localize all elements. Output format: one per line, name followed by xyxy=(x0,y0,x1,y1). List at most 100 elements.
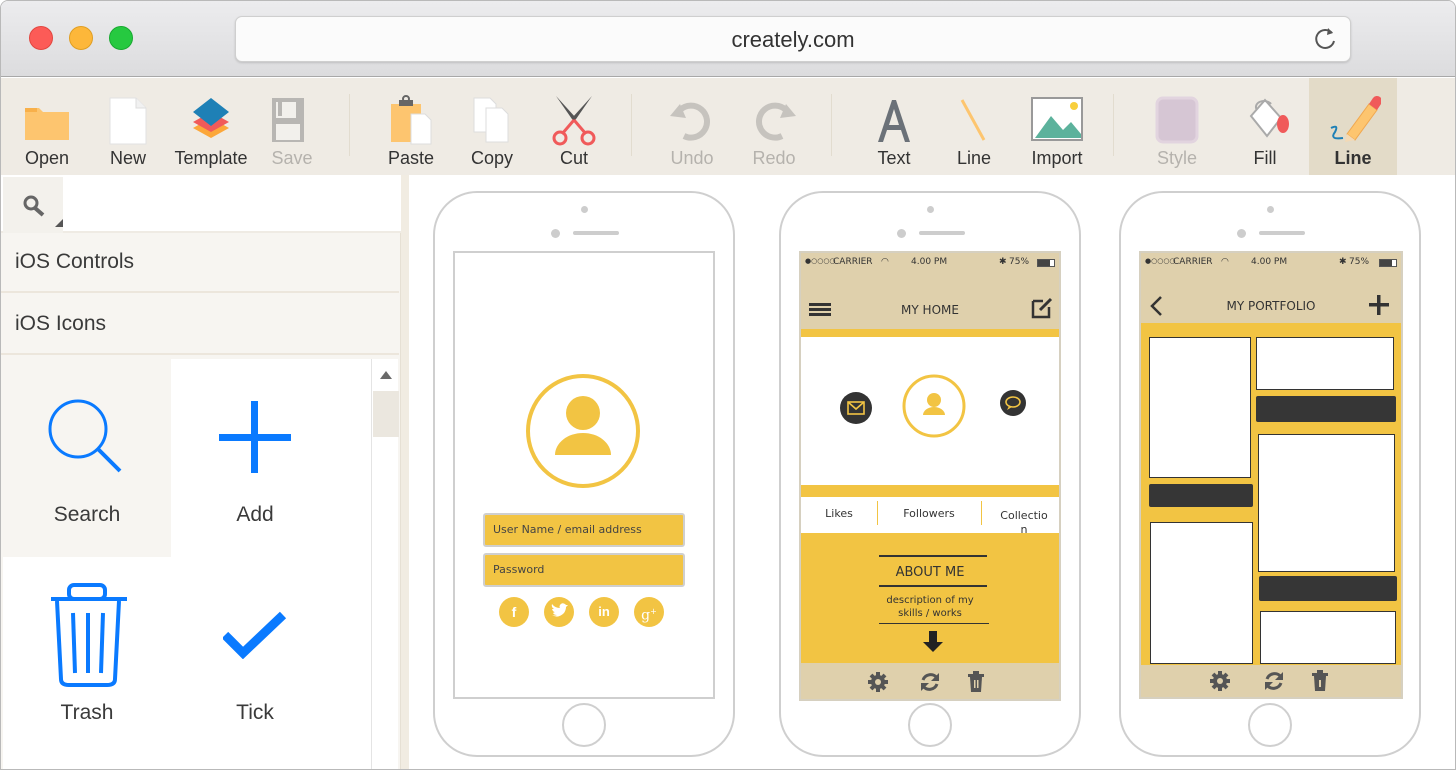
google-plus-icon[interactable]: g+ xyxy=(634,597,664,627)
paste-button[interactable]: Paste xyxy=(373,78,449,175)
phone-camera xyxy=(927,206,934,213)
text-button[interactable]: Text xyxy=(857,78,931,175)
twitter-icon[interactable] xyxy=(544,597,574,627)
carrier-text: CARRIER xyxy=(1173,257,1213,267)
tab-followers[interactable]: Followers xyxy=(877,507,981,520)
phone-screen: ●○○○○ CARRIER ◠ 4.00 PM ✱ 75% MY HOME Li… xyxy=(799,251,1061,701)
category-ios-icons[interactable]: iOS Icons xyxy=(1,295,399,355)
save-button[interactable]: Save xyxy=(257,78,327,175)
portfolio-tile[interactable] xyxy=(1260,611,1396,664)
toolbar-separator xyxy=(631,94,632,156)
phone-speaker xyxy=(573,231,619,235)
phone-sensor xyxy=(1237,229,1246,238)
refresh-icon[interactable] xyxy=(1263,670,1285,692)
phone-mockup-login[interactable]: User Name / email address Password f in … xyxy=(433,191,735,757)
style-button[interactable]: Style xyxy=(1139,78,1215,175)
redo-button[interactable]: Redo xyxy=(737,78,811,175)
floppy-disk-icon xyxy=(272,98,304,142)
phone-speaker xyxy=(1259,231,1305,235)
pencil-icon xyxy=(1330,96,1381,142)
trash-icon xyxy=(51,583,127,687)
copy-button[interactable]: Copy xyxy=(455,78,529,175)
portfolio-tile[interactable] xyxy=(1149,337,1251,478)
toolbar-separator xyxy=(349,94,350,156)
import-button[interactable]: Import xyxy=(1017,78,1097,175)
scroll-thumb[interactable] xyxy=(373,391,399,437)
icon-grid-scrollbar[interactable] xyxy=(371,359,399,769)
reload-icon[interactable] xyxy=(1312,25,1340,53)
new-document-icon xyxy=(109,97,147,145)
accent-bar xyxy=(801,329,1059,337)
shape-trash[interactable]: Trash xyxy=(3,557,171,755)
chat-bubble-icon[interactable] xyxy=(999,389,1027,417)
shape-label: Tick xyxy=(236,701,274,724)
about-title: ABOUT ME xyxy=(895,565,965,580)
compose-icon[interactable] xyxy=(1031,297,1053,319)
phone-camera xyxy=(581,206,588,213)
text-icon xyxy=(878,100,910,142)
nav-bar: MY HOME xyxy=(801,273,1059,329)
clipboard-icon xyxy=(391,95,432,145)
trash-icon[interactable] xyxy=(967,671,985,693)
fill-button[interactable]: Fill xyxy=(1227,78,1303,175)
about-description: description of my xyxy=(886,595,974,606)
shape-add[interactable]: Add xyxy=(171,359,339,557)
line-button[interactable]: Line xyxy=(939,78,1009,175)
phone-mockup-home[interactable]: ●○○○○ CARRIER ◠ 4.00 PM ✱ 75% MY HOME Li… xyxy=(779,191,1081,757)
portfolio-tile[interactable] xyxy=(1256,337,1394,390)
diagram-canvas[interactable]: User Name / email address Password f in … xyxy=(409,175,1455,769)
phone-home-button xyxy=(908,703,952,747)
cut-button[interactable]: Cut xyxy=(537,78,611,175)
shape-search[interactable]: Search xyxy=(3,359,171,557)
linkedin-icon[interactable]: in xyxy=(589,597,619,627)
main-toolbar: Open New Template Save Paste Copy Cut Un… xyxy=(1,78,1455,175)
portfolio-caption-bar xyxy=(1149,484,1253,507)
template-button[interactable]: Template xyxy=(167,78,255,175)
portfolio-grid xyxy=(1141,323,1401,667)
settings-gear-icon[interactable] xyxy=(1209,670,1231,692)
portfolio-tile[interactable] xyxy=(1258,434,1395,572)
scissors-icon xyxy=(552,96,596,146)
address-bar[interactable]: creately.com xyxy=(235,16,1351,62)
username-field[interactable]: User Name / email address xyxy=(483,513,685,547)
phone-screen: ●○○○○ CARRIER ◠ 4.00 PM ✱ 75% MY PORTFOL… xyxy=(1139,251,1403,699)
refresh-icon[interactable] xyxy=(919,671,941,693)
bluetooth-icon: ✱ xyxy=(999,257,1007,267)
tab-likes[interactable]: Likes xyxy=(801,507,877,520)
scroll-up-arrow-icon[interactable] xyxy=(380,371,392,379)
new-button[interactable]: New xyxy=(91,78,165,175)
trash-icon[interactable] xyxy=(1311,670,1329,692)
browser-window: creately.com Open New Template Save Past… xyxy=(0,0,1456,770)
magnifier-icon xyxy=(23,195,63,227)
line-style-button[interactable]: Line xyxy=(1309,78,1397,175)
open-button[interactable]: Open xyxy=(7,78,87,175)
category-label: iOS Controls xyxy=(15,250,135,273)
maximize-window-button[interactable] xyxy=(109,26,133,50)
phone-mockup-portfolio[interactable]: ●○○○○ CARRIER ◠ 4.00 PM ✱ 75% MY PORTFOL… xyxy=(1119,191,1421,757)
category-ios-controls[interactable]: iOS Controls xyxy=(1,233,399,293)
facebook-icon[interactable]: f xyxy=(499,597,529,627)
paint-bucket-icon xyxy=(1249,98,1289,138)
mail-icon[interactable] xyxy=(839,391,873,425)
time-text: 4.00 PM xyxy=(1251,257,1288,267)
browser-titlebar: creately.com xyxy=(1,1,1455,77)
settings-gear-icon[interactable] xyxy=(867,671,889,693)
shape-tick[interactable]: Tick xyxy=(171,557,339,755)
shape-search-input[interactable] xyxy=(63,177,399,231)
undo-button[interactable]: Undo xyxy=(655,78,729,175)
divider-line xyxy=(879,623,989,624)
password-field[interactable]: Password xyxy=(483,553,685,587)
sidebar-resize-handle[interactable] xyxy=(401,175,409,769)
add-plus-icon[interactable] xyxy=(1369,295,1389,315)
battery-icon xyxy=(1037,259,1055,267)
battery-text: 75% xyxy=(1349,257,1370,267)
accent-bar xyxy=(801,485,1059,497)
battery-text: 75% xyxy=(1009,257,1030,267)
minimize-window-button[interactable] xyxy=(69,26,93,50)
portfolio-tile[interactable] xyxy=(1150,522,1253,664)
phone-speaker xyxy=(919,231,965,235)
arrow-down-icon[interactable] xyxy=(923,631,943,653)
close-window-button[interactable] xyxy=(29,26,53,50)
search-options-button[interactable] xyxy=(3,177,63,233)
screen-title: MY PORTFOLIO xyxy=(1226,299,1316,313)
